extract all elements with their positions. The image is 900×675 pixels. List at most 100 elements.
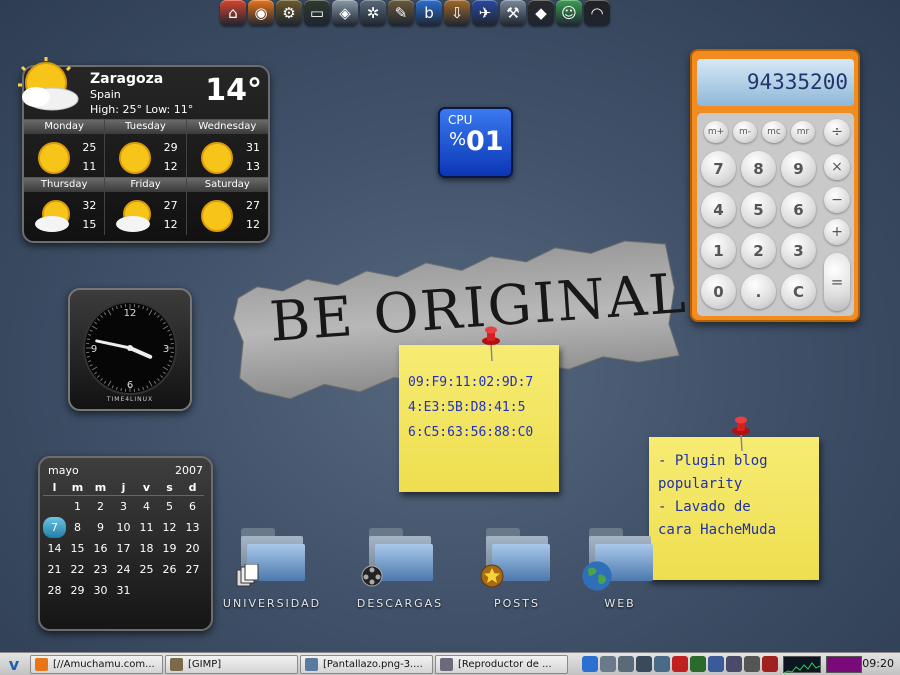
key-7-button[interactable]: 7 <box>701 151 736 186</box>
calendar-day[interactable]: 4 <box>135 496 158 517</box>
ruby-tray-icon[interactable] <box>672 656 688 672</box>
calendar-day[interactable]: 10 <box>112 517 135 538</box>
calendar-day[interactable]: 1 <box>66 496 89 517</box>
memory-clear-button[interactable]: mc <box>762 121 786 143</box>
calendar-day[interactable]: 29 <box>66 580 89 601</box>
calendar-day[interactable]: 25 <box>135 559 158 580</box>
key-3-button[interactable]: 3 <box>781 233 816 268</box>
folder-descargas[interactable]: DESCARGAS <box>335 520 465 610</box>
multiply-button[interactable]: × <box>824 154 850 180</box>
terminal-tray-icon[interactable] <box>690 656 706 672</box>
key-0-button[interactable]: 0 <box>701 274 736 309</box>
monitor-tray-icon[interactable] <box>726 656 742 672</box>
calendar-day[interactable]: 12 <box>158 517 181 538</box>
blog-icon[interactable]: b <box>416 0 442 26</box>
dock-icon[interactable]: ◈ <box>332 0 358 26</box>
taskbar-window-button[interactable]: [Reproductor de ... <box>435 655 568 674</box>
aperture-icon[interactable]: ✲ <box>360 0 386 26</box>
calendar-day[interactable]: 20 <box>181 538 204 559</box>
key-4-button[interactable]: 4 <box>701 192 736 227</box>
calendar-weekday: m <box>66 481 89 496</box>
calendar-day[interactable]: 5 <box>158 496 181 517</box>
calendar-day[interactable]: 17 <box>112 538 135 559</box>
firefox-icon[interactable]: ◉ <box>248 0 274 26</box>
download-icon[interactable]: ⇩ <box>444 0 470 26</box>
forecast-low: 12 <box>246 218 260 231</box>
calendar-day[interactable]: 30 <box>89 580 112 601</box>
key-8-button[interactable]: 8 <box>741 151 776 186</box>
calendar-day[interactable]: 19 <box>158 538 181 559</box>
forecast-day: Wednesday 31 13 <box>186 119 268 177</box>
sticky-note-line: 6:C5:63:56:88:C0 <box>408 425 534 440</box>
folder-web[interactable]: WEB <box>555 520 685 610</box>
folder-universidad[interactable]: UNIVERSIDAD <box>207 520 337 610</box>
forecast-high: 31 <box>246 141 260 154</box>
sun-icon <box>119 142 152 174</box>
magnifier-tray-icon[interactable] <box>618 656 634 672</box>
blog-tray-icon[interactable] <box>582 656 598 672</box>
calendar-day[interactable]: 22 <box>66 559 89 580</box>
terminal-icon[interactable]: ▭ <box>304 0 330 26</box>
calculator-widget: 94335200 m+ m- mc mr 7 8 9 4 5 6 1 2 3 0… <box>690 49 860 322</box>
calendar-day[interactable]: 31 <box>112 580 135 601</box>
taskbar-window-button[interactable]: [//Amuchamu.com... <box>30 655 163 674</box>
calendar-day[interactable]: 18 <box>135 538 158 559</box>
display-tray-icon[interactable] <box>654 656 670 672</box>
network-tray-icon[interactable] <box>708 656 724 672</box>
cpu-label: CPU <box>448 113 473 127</box>
forecast-high: 32 <box>82 199 97 212</box>
calendar-day[interactable]: 3 <box>112 496 135 517</box>
battery-tray-icon[interactable] <box>762 656 778 672</box>
clock-numeral-3: 3 <box>163 344 169 355</box>
taskbar-window-button[interactable]: [GIMP] <box>165 655 298 674</box>
calendar-weekday: l <box>43 481 66 496</box>
calendar-weekday: m <box>89 481 112 496</box>
calendar-day[interactable]: 16 <box>89 538 112 559</box>
calendar-day[interactable]: 15 <box>66 538 89 559</box>
start-menu-button[interactable]: v <box>3 655 25 674</box>
key-2-button[interactable]: 2 <box>741 233 776 268</box>
calendar-day[interactable]: 28 <box>43 580 66 601</box>
subtract-button[interactable]: − <box>824 187 850 213</box>
taskbar-clock[interactable]: 09:20 <box>862 657 894 670</box>
wireless-icon[interactable]: ◠ <box>584 0 610 26</box>
calendar-day[interactable]: 13 <box>181 517 204 538</box>
calendar-day[interactable]: 8 <box>66 517 89 538</box>
calendar-day[interactable]: 9 <box>89 517 112 538</box>
inkscape-icon[interactable]: ◆ <box>528 0 554 26</box>
key-1-button[interactable]: 1 <box>701 233 736 268</box>
calendar-day[interactable]: 2 <box>89 496 112 517</box>
messenger-icon[interactable]: ☺ <box>556 0 582 26</box>
taskbar-window-button[interactable]: [Pantallazo.png-3.... <box>300 655 433 674</box>
key-6-button[interactable]: 6 <box>781 192 816 227</box>
key-decimal-button[interactable]: . <box>741 274 776 309</box>
sticky-note-line: - Lavado de <box>658 499 751 515</box>
mac-address-sticky-note[interactable]: 09:F9:11:02:9D:7 4:E3:5B:D8:41:5 6:C5:63… <box>399 345 559 492</box>
memory-subtract-button[interactable]: m- <box>733 121 757 143</box>
memory-add-button[interactable]: m+ <box>704 121 728 143</box>
calendar-day[interactable]: 14 <box>43 538 66 559</box>
add-button[interactable]: + <box>824 219 850 245</box>
calendar-day[interactable]: 26 <box>158 559 181 580</box>
network-tool-icon[interactable]: ⚒ <box>500 0 526 26</box>
calendar-day[interactable]: 24 <box>112 559 135 580</box>
search-tray-icon[interactable] <box>600 656 616 672</box>
settings-icon[interactable]: ⚙ <box>276 0 302 26</box>
equals-button[interactable]: = <box>824 253 850 311</box>
bird-icon[interactable]: ✈ <box>472 0 498 26</box>
home-icon[interactable]: ⌂ <box>220 0 246 26</box>
calendar-day[interactable]: 23 <box>89 559 112 580</box>
calendar-day[interactable]: 21 <box>43 559 66 580</box>
memory-recall-button[interactable]: mr <box>791 121 815 143</box>
key-clear-button[interactable]: C <box>781 274 816 309</box>
key-5-button[interactable]: 5 <box>741 192 776 227</box>
calendar-today[interactable]: 7 <box>43 517 66 538</box>
screenshot-tray-icon[interactable] <box>636 656 652 672</box>
calendar-day[interactable]: 6 <box>181 496 204 517</box>
calendar-day[interactable]: 11 <box>135 517 158 538</box>
calendar-day[interactable]: 27 <box>181 559 204 580</box>
divide-button[interactable]: ÷ <box>824 119 850 145</box>
gimp-icon[interactable]: ✎ <box>388 0 414 26</box>
key-9-button[interactable]: 9 <box>781 151 816 186</box>
volume-tray-icon[interactable] <box>744 656 760 672</box>
